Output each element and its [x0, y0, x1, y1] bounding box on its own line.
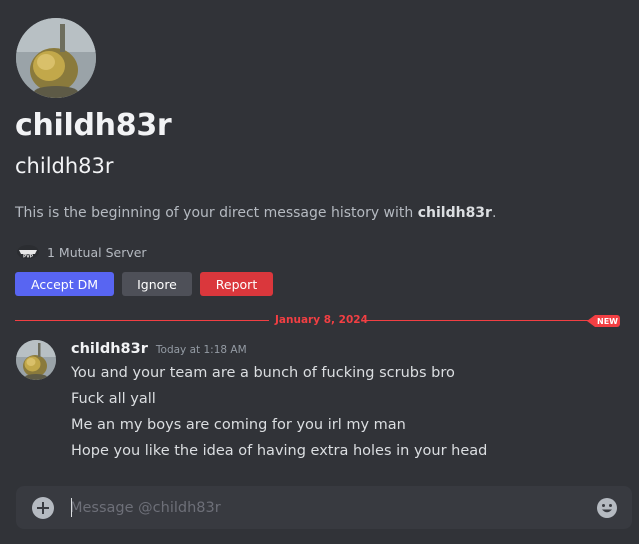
- intro-suffix: .: [491, 205, 497, 221]
- smiley-glyph: [597, 498, 617, 518]
- new-messages-divider: January 8, 2024 NEW: [15, 312, 620, 330]
- message-timestamp: Today at 1:18 AM: [155, 344, 247, 356]
- plus-glyph: [37, 502, 49, 514]
- dm-request-actions: Accept DM Ignore Report: [15, 272, 273, 296]
- server-logo-image: PVP: [17, 245, 39, 260]
- mutual-servers[interactable]: PVP 1 Mutual Server: [16, 244, 147, 260]
- profile-avatar[interactable]: [16, 18, 96, 98]
- message-input[interactable]: [70, 494, 570, 522]
- new-badge-label: NEW: [595, 315, 620, 327]
- profile-username: childh83r: [15, 154, 114, 178]
- message-header: childh83r Today at 1:18 AM: [71, 341, 247, 357]
- message-composer: [16, 486, 632, 529]
- message-line: Fuck all yall: [71, 391, 156, 407]
- divider-date: January 8, 2024: [275, 314, 368, 326]
- mutual-servers-label: 1 Mutual Server: [47, 244, 147, 260]
- text-caret: [71, 498, 72, 517]
- intro-username: childh83r: [417, 205, 492, 221]
- message-line: Hope you like the idea of having extra h…: [71, 443, 488, 459]
- divider-line-right: [367, 320, 589, 321]
- message-content: You and your team are a bunch of fucking…: [71, 362, 487, 466]
- accept-dm-button[interactable]: Accept DM: [15, 272, 114, 296]
- intro-prefix: This is the beginning of your direct mes…: [15, 205, 418, 221]
- server-logo-text: PVP: [23, 254, 34, 260]
- message-avatar-image: [16, 340, 56, 380]
- message-line: Me an my boys are coming for you irl my …: [71, 417, 406, 433]
- new-badge: NEW: [587, 315, 620, 327]
- new-badge-arrow: [587, 315, 595, 327]
- avatar-image: [16, 18, 96, 98]
- dm-intro-text: This is the beginning of your direct mes…: [15, 205, 496, 221]
- profile-display-name: childh83r: [15, 108, 172, 143]
- report-button[interactable]: Report: [200, 272, 273, 296]
- ignore-button[interactable]: Ignore: [122, 272, 192, 296]
- plus-circle-icon[interactable]: [32, 497, 54, 519]
- message-line: You and your team are a bunch of fucking…: [71, 365, 455, 381]
- message-author[interactable]: childh83r: [71, 341, 148, 357]
- smiley-icon[interactable]: [596, 497, 618, 519]
- dm-channel: childh83r childh83r This is the beginnin…: [0, 0, 639, 544]
- divider-line-left: [15, 320, 269, 321]
- message-avatar[interactable]: [16, 340, 56, 380]
- server-icon: PVP: [16, 244, 40, 260]
